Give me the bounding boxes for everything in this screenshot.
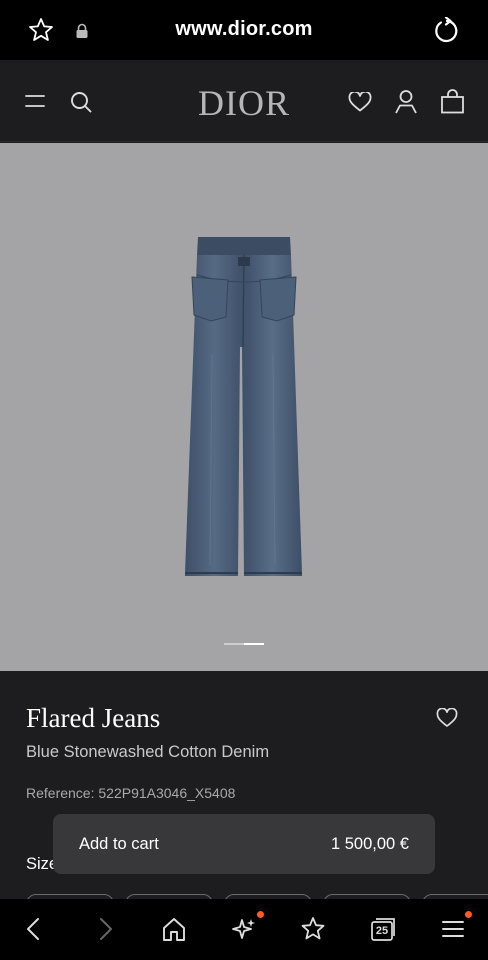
tabs-count: 25 [375, 925, 389, 937]
product-photo-jeans [185, 237, 302, 576]
address-bar-url[interactable]: www.dior.com [0, 18, 488, 41]
add-to-wishlist-heart-icon[interactable] [436, 708, 458, 728]
browser-toolbar: www.dior.com [0, 0, 488, 60]
sparkle-notification-dot [257, 911, 264, 918]
browser-bottom-nav: 25 [0, 899, 488, 960]
site-header: DIOR [0, 60, 488, 142]
add-to-cart-button[interactable]: Add to cart 1 500,00 € [53, 814, 435, 874]
product-subtitle: Blue Stonewashed Cotton Denim [26, 743, 270, 761]
product-title: Flared Jeans [26, 703, 161, 733]
back-icon[interactable] [21, 916, 47, 942]
menu-icon[interactable] [440, 916, 466, 942]
tabs-icon[interactable]: 25 [370, 916, 396, 942]
home-icon[interactable] [161, 916, 187, 942]
account-icon[interactable] [394, 89, 418, 114]
carousel-dot[interactable] [224, 643, 244, 645]
reload-icon[interactable] [433, 17, 461, 45]
product-image-carousel[interactable] [0, 143, 488, 671]
shopping-bag-icon[interactable] [440, 89, 465, 114]
product-reference: Reference: 522P91A3046_X5408 [26, 785, 236, 801]
menu-notification-dot [465, 911, 472, 918]
wishlist-header-icon[interactable] [348, 92, 372, 112]
carousel-indicator[interactable] [224, 643, 264, 645]
forward-icon[interactable] [92, 916, 118, 942]
product-price: 1 500,00 € [331, 834, 409, 853]
sparkle-icon[interactable] [231, 916, 257, 942]
add-to-cart-label: Add to cart [79, 834, 159, 853]
favorites-icon[interactable] [300, 916, 326, 942]
page: www.dior.com DIOR Flared Jeans Blue Ston… [0, 0, 488, 960]
carousel-dot-active[interactable] [244, 643, 264, 645]
